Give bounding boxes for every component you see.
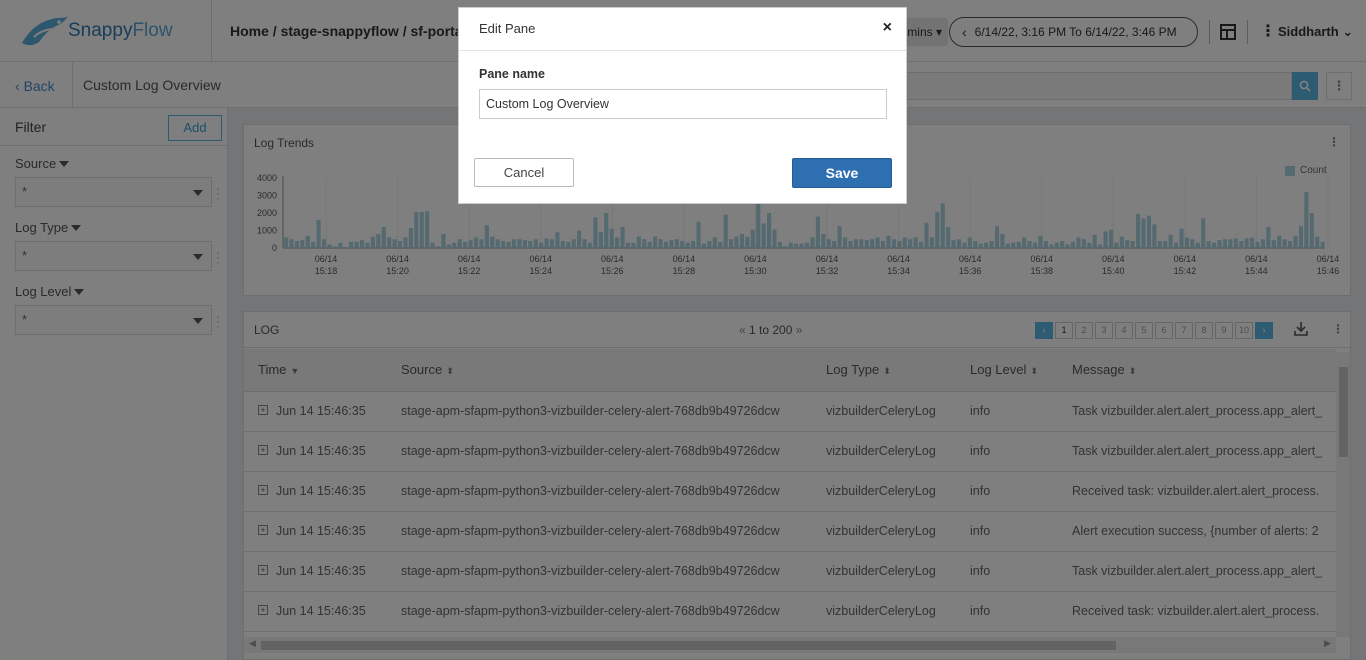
pane-name-label: Pane name — [479, 67, 546, 81]
save-button[interactable]: Save — [792, 158, 892, 188]
edit-pane-dialog: Edit Pane × Pane name Cancel Save — [458, 7, 907, 204]
dialog-title: Edit Pane — [479, 21, 536, 36]
dialog-header: Edit Pane × — [459, 8, 906, 51]
pane-name-input[interactable] — [479, 89, 887, 119]
cancel-button[interactable]: Cancel — [474, 158, 574, 187]
close-icon[interactable]: × — [883, 19, 892, 37]
